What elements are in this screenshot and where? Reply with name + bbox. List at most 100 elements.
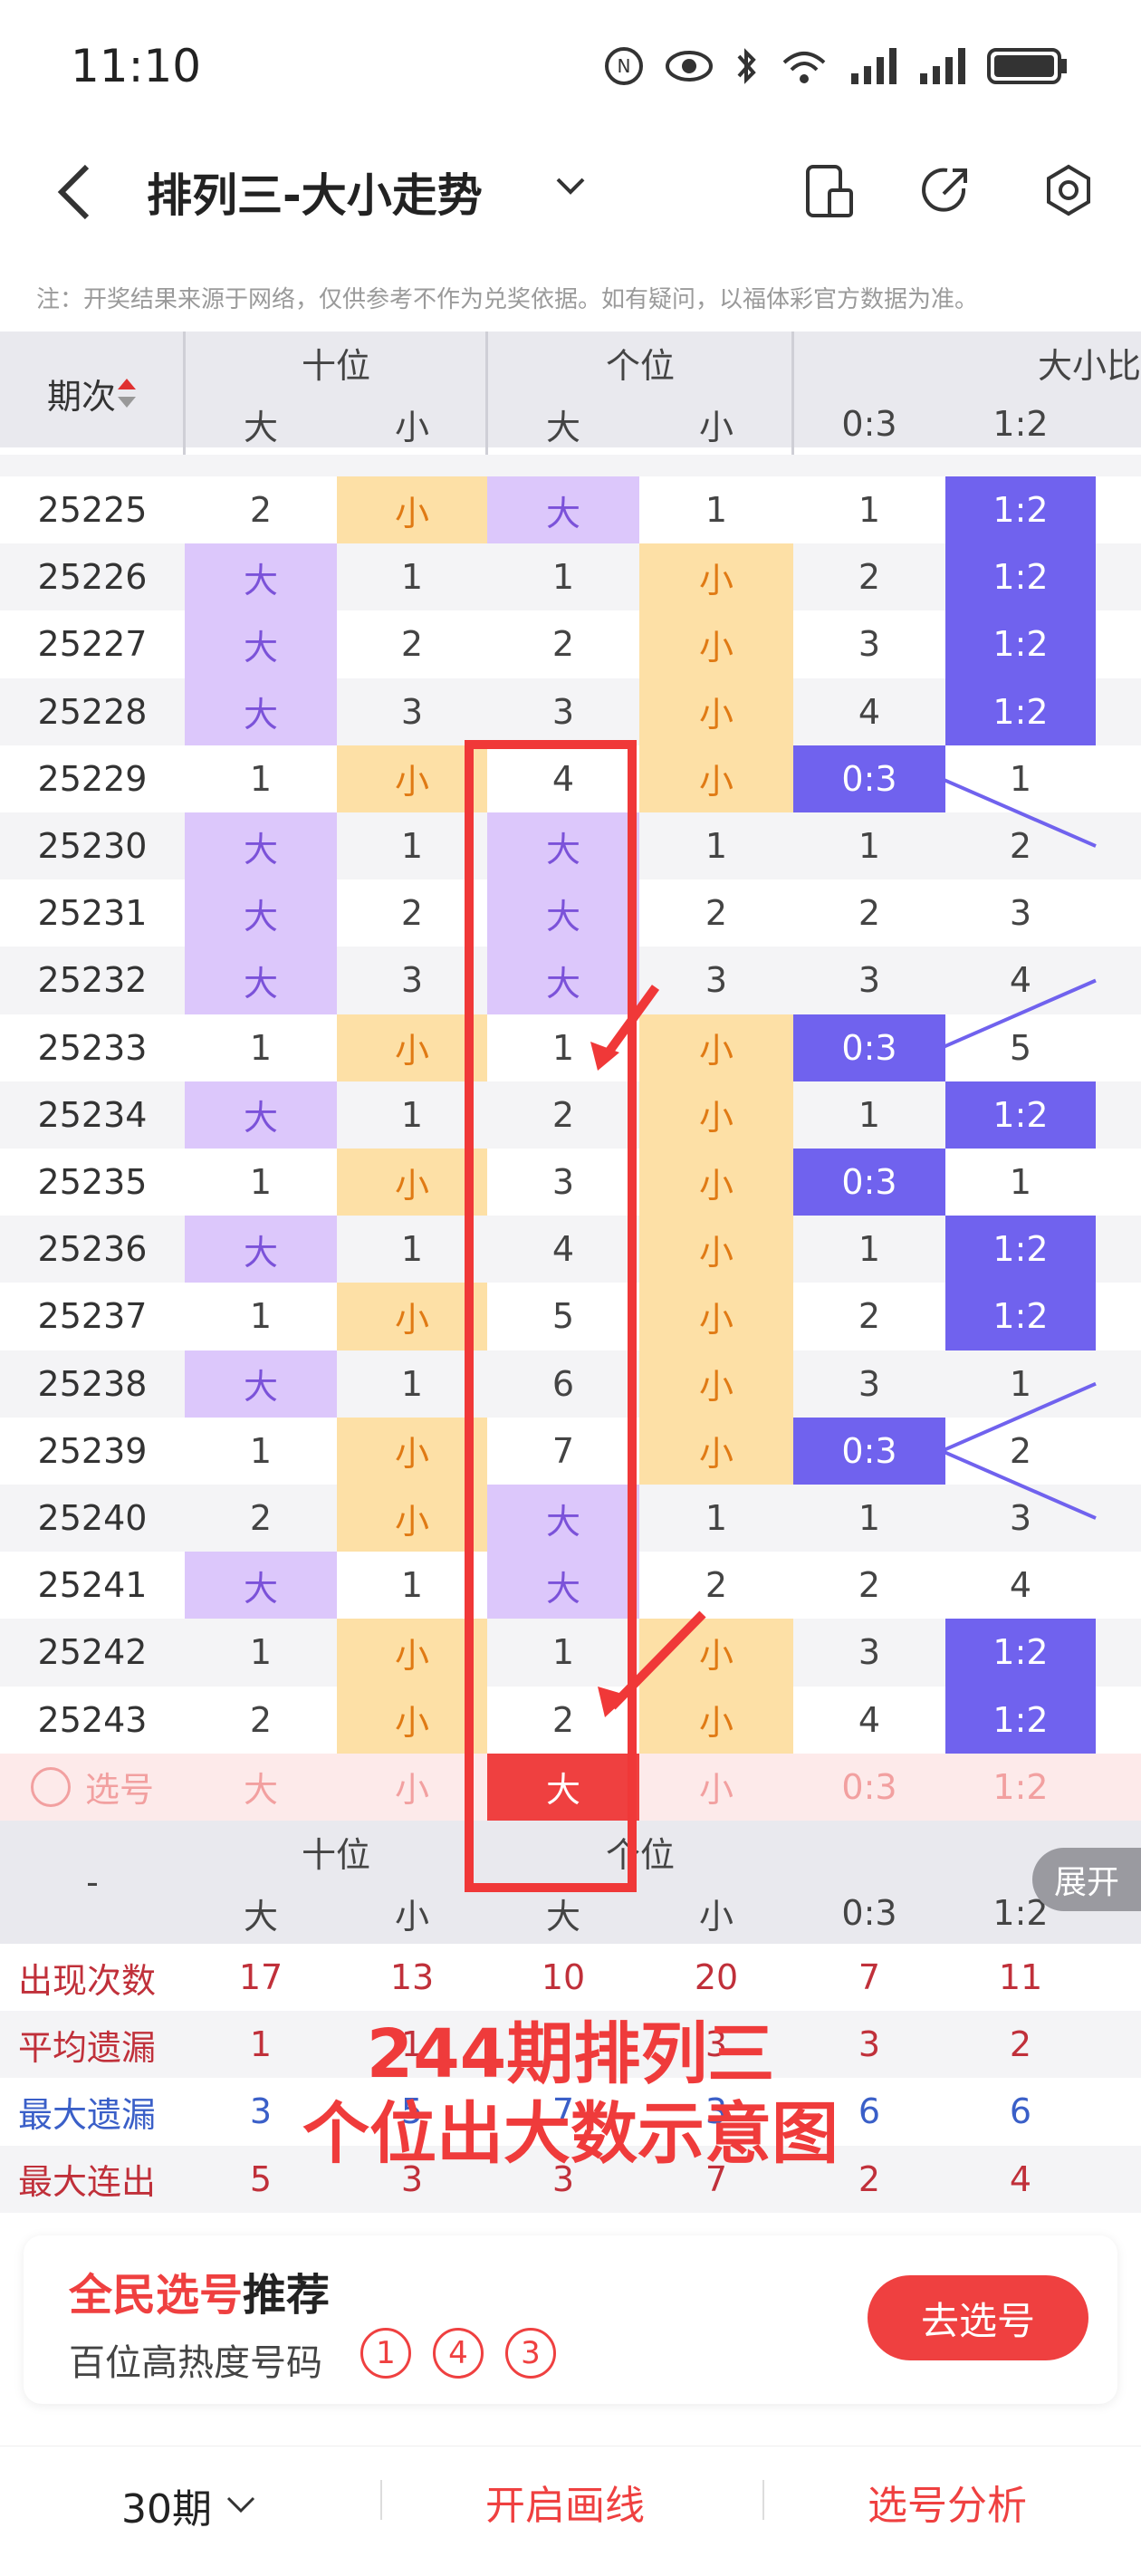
trend-cell: 2 <box>249 490 273 531</box>
trend-cell: 6 <box>551 1363 575 1404</box>
trend-cell: 小 <box>639 610 793 678</box>
trend-cell: 小 <box>337 1283 487 1350</box>
trend-cell: 小 <box>639 678 793 745</box>
select-cell[interactable]: 0:3 <box>793 1754 945 1821</box>
bottom-sub-header: 大 <box>243 1896 278 1937</box>
trend-cell: 1:2 <box>945 1216 1096 1283</box>
ball: 3 <box>505 2328 556 2379</box>
trend-cell: 3 <box>858 1363 881 1404</box>
recommend-title-red: 全民选号 <box>69 2270 244 2321</box>
issue-number: 25231 <box>37 893 148 934</box>
period-selector[interactable]: 30期 <box>121 2476 257 2534</box>
select-cell[interactable]: 1:2 <box>945 1754 1096 1821</box>
recommend-title-black: 推荐 <box>243 2270 331 2321</box>
device-switch-icon[interactable] <box>802 161 857 221</box>
trend-cell: 1 <box>249 1162 273 1203</box>
trend-cell: 1 <box>400 557 424 598</box>
issue-header-label: 期次 <box>46 376 116 417</box>
trend-cell: 3 <box>1009 893 1032 934</box>
trend-cell: 小 <box>639 1216 793 1283</box>
expand-button[interactable]: 展开 <box>1032 1848 1141 1911</box>
draw-line-tab[interactable]: 开启画线 <box>485 2473 645 2531</box>
page-title[interactable]: 排列三-大小走势 <box>147 159 483 225</box>
ball: 4 <box>433 2328 484 2379</box>
trend-cell: 1 <box>249 758 273 799</box>
share-icon[interactable] <box>918 161 973 221</box>
bottom-group-shi: 十位 <box>301 1834 370 1875</box>
back-arrow-icon[interactable] <box>53 163 98 221</box>
trend-cell: 小 <box>639 1283 793 1350</box>
select-cell[interactable]: 大 <box>487 1753 639 1821</box>
group-header-shi: 十位 <box>301 345 370 386</box>
trend-cell: 3 <box>551 691 575 732</box>
bottom-group-ge: 个位 <box>605 1834 675 1875</box>
app-screen: { "status_bar": {"time": "11:10"}, "head… <box>0 0 1141 2576</box>
trend-cell: 小 <box>337 1619 487 1687</box>
recommend-balls: 1 4 3 <box>360 2328 556 2379</box>
select-row-label[interactable]: 选号 <box>0 1754 185 1821</box>
chevron-down-icon[interactable] <box>554 174 587 199</box>
period-label: 30期 <box>121 2486 212 2533</box>
issue-number: 25230 <box>37 826 148 867</box>
settings-icon[interactable] <box>1041 161 1096 221</box>
trend-cell: 1 <box>1009 1162 1032 1203</box>
trend-cell: 2 <box>858 1565 881 1606</box>
trend-cell: 0:3 <box>793 1014 945 1081</box>
issue-header[interactable]: 期次 <box>0 332 185 455</box>
trend-cell: 2 <box>858 557 881 598</box>
sub-header: 小 <box>394 407 429 447</box>
trend-cell: 1 <box>858 826 881 867</box>
wifi-icon <box>782 52 826 83</box>
trend-cell: 0:3 <box>793 1417 945 1485</box>
trend-cell: 1 <box>551 1027 575 1068</box>
sub-header: 1:2 <box>992 404 1049 444</box>
bluetooth-icon <box>737 48 756 84</box>
issue-number: 25229 <box>37 758 148 799</box>
select-cell[interactable]: 小 <box>639 1754 793 1821</box>
trend-cell: 1 <box>858 1094 881 1135</box>
trend-cell: 1 <box>858 1229 881 1270</box>
battery-icon <box>987 48 1067 84</box>
trend-cell: 1 <box>705 826 728 867</box>
disclaimer-notice: 注：开奖结果来源于网络，仅供参考不作为兑奖依据。如有疑问，以福体彩官方数据为准。 <box>36 286 979 313</box>
issue-number: 25237 <box>37 1296 148 1337</box>
signal-2-icon <box>920 48 965 84</box>
trend-cell: 2 <box>400 893 424 934</box>
issue-number: 25235 <box>37 1162 148 1203</box>
trend-cell: 大 <box>185 812 337 880</box>
trend-cell: 4 <box>858 1699 881 1740</box>
issue-number: 25238 <box>37 1363 148 1404</box>
analysis-tab[interactable]: 选号分析 <box>868 2473 1027 2531</box>
trend-cell: 小 <box>639 543 793 611</box>
trend-cell: 1 <box>1009 1363 1032 1404</box>
sub-header: 小 <box>698 407 734 447</box>
tab-divider <box>762 2480 764 2520</box>
trend-cell: 小 <box>337 1014 487 1081</box>
select-cell[interactable]: 大 <box>185 1754 337 1821</box>
issue-number: 25225 <box>37 490 148 531</box>
signal-icon <box>851 48 896 84</box>
trend-cell: 大 <box>487 476 639 544</box>
trend-cell: 1 <box>400 1094 424 1135</box>
trend-cell: 1 <box>249 1430 273 1471</box>
issue-number: 25233 <box>37 1027 148 1068</box>
bottom-header-dash: - <box>86 1862 99 1902</box>
trend-cell: 4 <box>1009 1565 1032 1606</box>
recommend-title: 全民选号推荐 <box>69 2259 330 2322</box>
trend-cell: 1 <box>858 490 881 531</box>
row-partial <box>0 455 1141 476</box>
bottom-sub-header: 小 <box>698 1896 734 1937</box>
trend-cell: 2 <box>705 1565 728 1606</box>
trend-cell: 5 <box>1009 1027 1032 1068</box>
select-cell[interactable]: 小 <box>337 1754 487 1821</box>
annotation-line-2: 个位出大数示意图 <box>302 2095 839 2173</box>
trend-cell: 4 <box>858 691 881 732</box>
issue-number: 25227 <box>37 624 148 665</box>
trend-cell: 1:2 <box>945 1283 1096 1350</box>
go-select-button[interactable]: 去选号 <box>868 2275 1088 2360</box>
bottom-sub-header: 0:3 <box>841 1893 897 1933</box>
trend-cell: 2 <box>400 624 424 665</box>
trend-cell: 0:3 <box>793 1149 945 1216</box>
trend-cell: 大 <box>487 1552 639 1620</box>
trend-cell: 大 <box>185 879 337 947</box>
